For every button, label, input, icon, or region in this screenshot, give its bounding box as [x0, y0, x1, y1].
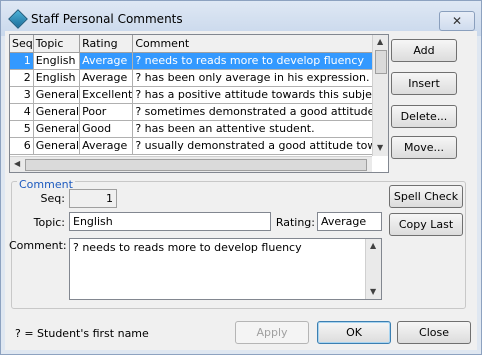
table-row[interactable]: 1 English Average ? needs to reads more … — [10, 52, 388, 70]
memo-scroll-up-icon[interactable]: ▲ — [370, 241, 376, 250]
apply-button[interactable]: Apply — [235, 321, 309, 344]
comment-memo[interactable]: ? needs to reads more to develop fluency… — [69, 238, 382, 300]
cell-rating: Excellent — [79, 86, 134, 104]
cell-comment: ? needs to reads more to develop fluency — [132, 52, 388, 70]
close-button[interactable]: Close — [397, 321, 471, 344]
ok-button[interactable]: OK — [317, 321, 391, 344]
cell-comment: ? sometimes demonstrated a good attitude… — [132, 103, 388, 121]
topic-label: Topic: — [33, 216, 65, 229]
rating-field[interactable]: Average — [317, 212, 382, 231]
cell-rating: Average — [79, 137, 134, 155]
add-button[interactable]: Add — [391, 39, 457, 62]
cell-comment: ? has been only average in his expressio… — [132, 69, 388, 87]
scroll-down-icon[interactable]: ▼ — [377, 143, 383, 152]
cell-comment: ? usually demonstrated a good attitude t… — [132, 137, 388, 155]
vertical-scroll-thumb[interactable] — [375, 50, 387, 74]
horizontal-scroll-thumb[interactable] — [25, 159, 367, 171]
cell-comment: ? has been an attentive student. — [132, 120, 388, 138]
scroll-up-icon[interactable]: ▲ — [377, 37, 383, 46]
close-window-button[interactable]: ✕ — [439, 11, 475, 31]
table-row[interactable]: 3 General Excellent ? has a positive att… — [10, 86, 388, 104]
cell-rating: Average — [79, 52, 134, 70]
insert-button[interactable]: Insert — [391, 72, 457, 95]
cell-seq: 1 — [10, 52, 34, 70]
memo-vertical-scrollbar[interactable]: ▲ ▼ — [365, 239, 381, 299]
cell-topic: English — [33, 69, 81, 87]
table-row[interactable]: 5 General Good ? has been an attentive s… — [10, 120, 388, 138]
cell-topic: English — [33, 52, 81, 70]
cell-rating: Poor — [79, 103, 134, 121]
cell-topic: General — [33, 137, 81, 155]
copy-last-button[interactable]: Copy Last — [389, 213, 463, 236]
cell-seq: 4 — [10, 103, 34, 121]
spell-check-button[interactable]: Spell Check — [389, 185, 463, 208]
col-header-comment[interactable]: Comment — [132, 35, 388, 53]
seq-label: Seq: — [40, 192, 65, 205]
cell-rating: Average — [79, 69, 134, 87]
col-header-topic[interactable]: Topic — [33, 35, 81, 53]
cell-seq: 6 — [10, 137, 34, 155]
move-button[interactable]: Move... — [391, 136, 457, 159]
cell-topic: General — [33, 86, 81, 104]
rating-label: Rating: — [275, 216, 315, 229]
dialog-client: Seq Topic Rating Comment 1 English Avera… — [5, 31, 477, 350]
comments-table: Seq Topic Rating Comment 1 English Avera… — [10, 35, 388, 155]
table-row[interactable]: 6 General Average ? usually demonstrated… — [10, 137, 388, 155]
comment-label: Comment: — [9, 239, 67, 252]
cell-rating: Good — [79, 120, 134, 138]
table-row[interactable]: 2 English Average ? has been only averag… — [10, 69, 388, 87]
scroll-left-icon[interactable]: ◀ — [14, 159, 20, 168]
cell-comment: ? has a positive attitude towards this s… — [132, 86, 388, 104]
topic-field[interactable]: English — [69, 212, 271, 231]
cell-seq: 2 — [10, 69, 34, 87]
table-row[interactable]: 4 General Poor ? sometimes demonstrated … — [10, 103, 388, 121]
cell-seq: 3 — [10, 86, 34, 104]
grid-vertical-scrollbar[interactable]: ▲ ▼ — [372, 35, 388, 156]
memo-scroll-down-icon[interactable]: ▼ — [370, 287, 376, 296]
cell-topic: General — [33, 120, 81, 138]
first-name-footnote: ? = Student's first name — [15, 327, 149, 340]
grid-header-row: Seq Topic Rating Comment — [10, 35, 388, 53]
col-header-rating[interactable]: Rating — [79, 35, 134, 53]
cell-topic: General — [33, 103, 81, 121]
comment-group-legend: Comment — [17, 178, 75, 191]
app-diamond-icon — [8, 9, 28, 29]
dialog-window: Staff Personal Comments ✕ Seq Topic Rati… — [0, 0, 482, 355]
comment-memo-text: ? needs to reads more to develop fluency — [73, 241, 302, 254]
grid-horizontal-scrollbar[interactable]: ◀ — [10, 156, 372, 172]
comments-grid[interactable]: Seq Topic Rating Comment 1 English Avera… — [9, 34, 389, 173]
seq-field: 1 — [69, 189, 117, 208]
col-header-seq[interactable]: Seq — [10, 35, 34, 53]
cell-seq: 5 — [10, 120, 34, 138]
delete-button[interactable]: Delete... — [391, 105, 457, 128]
window-title: Staff Personal Comments — [31, 12, 183, 26]
